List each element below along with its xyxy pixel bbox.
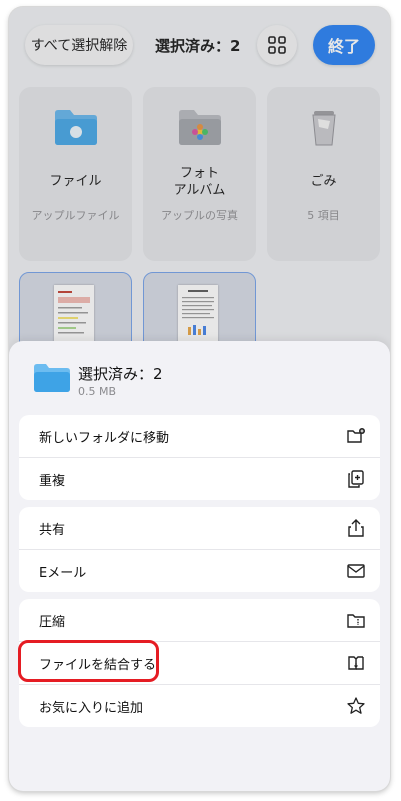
compress-item[interactable]: 圧縮	[19, 599, 380, 642]
menu-item-label: お気に入りに追加	[39, 700, 144, 716]
email-item[interactable]: Eメール	[19, 550, 380, 592]
menu-item-label: Eメール	[39, 565, 87, 581]
duplicate-icon	[348, 470, 364, 488]
folder-icon	[34, 364, 70, 392]
menu-item-label: 重複	[39, 473, 66, 489]
compress-icon	[347, 614, 365, 628]
duplicate-item[interactable]: 重複	[19, 458, 380, 500]
new-folder-icon	[347, 428, 365, 443]
sheet-size: 0.5 MB	[78, 385, 117, 398]
mail-icon	[347, 564, 365, 578]
add-to-favorites-item[interactable]: お気に入りに追加	[19, 685, 380, 727]
menu-item-label: 新しいフォルダに移動	[39, 430, 170, 446]
action-sheet: 選択済み：2 0.5 MB 新しいフォルダに移動 重複 共有 Eメール 圧縮 フ…	[9, 341, 390, 791]
share-icon	[348, 519, 364, 537]
merge-files-highlight	[18, 640, 159, 682]
sheet-title: 選択済み：2	[78, 365, 163, 383]
star-icon	[347, 697, 365, 714]
merge-icon	[348, 656, 364, 670]
menu-item-label: 共有	[39, 522, 66, 538]
action-group-1: 新しいフォルダに移動 重複	[19, 415, 380, 500]
move-to-new-folder-item[interactable]: 新しいフォルダに移動	[19, 415, 380, 458]
share-item[interactable]: 共有	[19, 507, 380, 550]
action-group-2: 共有 Eメール	[19, 507, 380, 592]
menu-item-label: 圧縮	[39, 614, 66, 630]
